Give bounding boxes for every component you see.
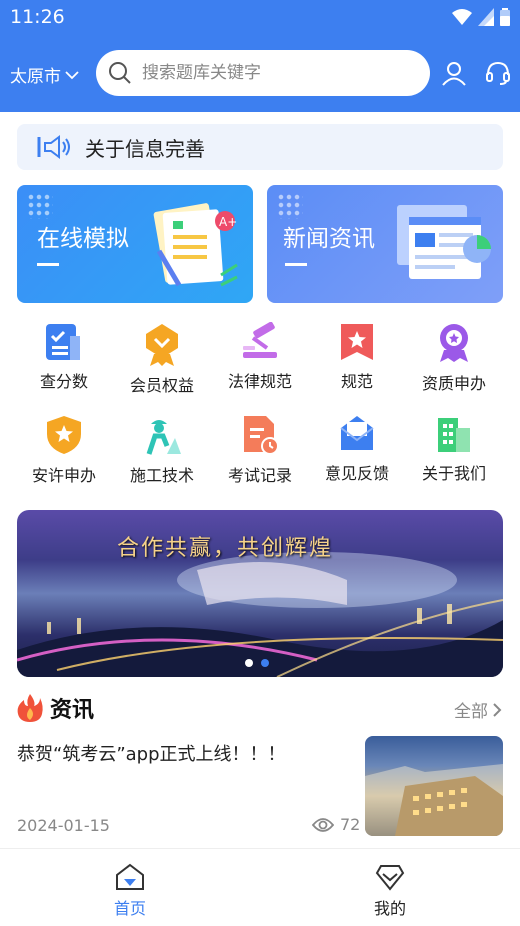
fire-icon — [17, 694, 43, 722]
document-clock-icon — [244, 416, 279, 455]
grid-item-exam-record[interactable]: 考试记录 — [208, 414, 312, 486]
member-badge-icon — [146, 324, 178, 366]
battery-icon — [500, 8, 510, 26]
online-mock-card[interactable]: 在线模拟 A+ — [17, 185, 253, 303]
status-time: 11:26 — [10, 6, 65, 28]
news-item-views: 72 — [312, 815, 360, 834]
pagination-dot[interactable] — [245, 659, 253, 667]
gavel-icon — [243, 322, 277, 358]
grid-item-construction[interactable]: 施工技术 — [110, 414, 214, 486]
grid-item-member[interactable]: 会员权益 — [110, 322, 214, 396]
grid-item-score[interactable]: 查分数 — [12, 322, 116, 392]
promo-banner[interactable]: 合作共赢，共创辉煌 — [17, 510, 503, 677]
building-icon — [438, 418, 470, 452]
award-icon — [440, 324, 468, 362]
notice-bar[interactable]: 关于信息完善 — [17, 124, 503, 170]
news-item-date: 2024-01-15 — [17, 816, 110, 835]
headset-icon[interactable] — [485, 60, 511, 86]
building-photo-image — [365, 764, 503, 836]
feedback-mail-icon — [340, 416, 374, 450]
grid-item-feedback[interactable]: 意见反馈 — [305, 414, 409, 484]
news-card[interactable]: 新闻资讯 — [267, 185, 503, 303]
grid-item-norm[interactable]: 规范 — [305, 322, 409, 392]
search-icon — [109, 62, 131, 84]
chevron-right-icon — [493, 702, 502, 717]
notice-text: 关于信息完善 — [85, 136, 205, 161]
grid-item-label: 安许申办 — [31, 466, 96, 485]
tab-home[interactable]: 首页 — [65, 863, 195, 919]
city-selector[interactable]: 太原市 — [10, 62, 79, 87]
svg-text:A+: A+ — [219, 215, 237, 229]
exam-paper-icon: A+ — [153, 203, 238, 287]
speaker-icon — [37, 135, 70, 159]
dots-decoration — [277, 193, 303, 219]
tab-label: 首页 — [113, 899, 146, 918]
grid-item-label: 会员权益 — [129, 376, 194, 395]
grid-item-law[interactable]: 法律规范 — [208, 322, 312, 392]
card-title: 在线模拟 — [37, 226, 129, 252]
wifi-icon — [452, 9, 472, 25]
search-input[interactable] — [142, 63, 402, 83]
news-item-view-count: 72 — [340, 815, 361, 834]
grid-item-label: 查分数 — [39, 372, 88, 391]
chevron-down-icon — [65, 70, 79, 79]
card-dash — [37, 263, 59, 266]
city-label: 太原市 — [10, 67, 61, 87]
card-title: 新闻资讯 — [283, 226, 375, 252]
grid-item-about[interactable]: 关于我们 — [402, 414, 506, 484]
shield-star-icon — [47, 416, 81, 454]
eye-icon — [312, 817, 334, 832]
pagination-dot-active[interactable] — [261, 659, 269, 667]
grid-item-label: 法律规范 — [227, 372, 292, 391]
worker-icon — [146, 420, 181, 455]
news-item-title: 恭贺“筑考云”app正式上线！！！ — [17, 744, 286, 765]
news-item-thumbnail[interactable] — [365, 736, 503, 836]
grid-item-label: 关于我们 — [421, 464, 486, 483]
banner-pagination — [245, 659, 269, 667]
news-section-title: 资讯 — [50, 698, 95, 723]
view-all-label: 全部 — [454, 702, 488, 722]
grid-item-label: 资质申办 — [421, 374, 486, 393]
dots-decoration — [27, 193, 53, 219]
banner-slogan: 合作共赢，共创辉煌 — [117, 536, 334, 561]
grid-item-safety[interactable]: 安许申办 — [12, 414, 116, 486]
status-bar: 11:26 — [0, 0, 520, 36]
score-icon — [46, 324, 80, 360]
bookmark-star-icon — [341, 324, 373, 360]
tab-mine[interactable]: 我的 — [325, 863, 455, 919]
search-bar[interactable] — [96, 50, 430, 96]
grid-item-label: 施工技术 — [129, 466, 194, 485]
home-icon — [116, 863, 144, 890]
grid-item-label: 规范 — [340, 372, 373, 391]
user-icon[interactable] — [441, 60, 467, 86]
news-document-icon — [397, 205, 491, 279]
card-dash — [285, 263, 307, 266]
view-all-link[interactable]: 全部 — [454, 697, 502, 722]
signal-icon — [478, 8, 494, 26]
bottom-tab-bar: 首页 我的 — [0, 848, 520, 926]
grid-item-label: 意见反馈 — [324, 464, 389, 483]
news-section-header: 资讯 — [16, 692, 94, 724]
tab-label: 我的 — [373, 899, 406, 918]
grid-item-label: 考试记录 — [227, 466, 292, 485]
grid-item-qualification[interactable]: 资质申办 — [402, 322, 506, 394]
diamond-icon — [375, 865, 405, 891]
